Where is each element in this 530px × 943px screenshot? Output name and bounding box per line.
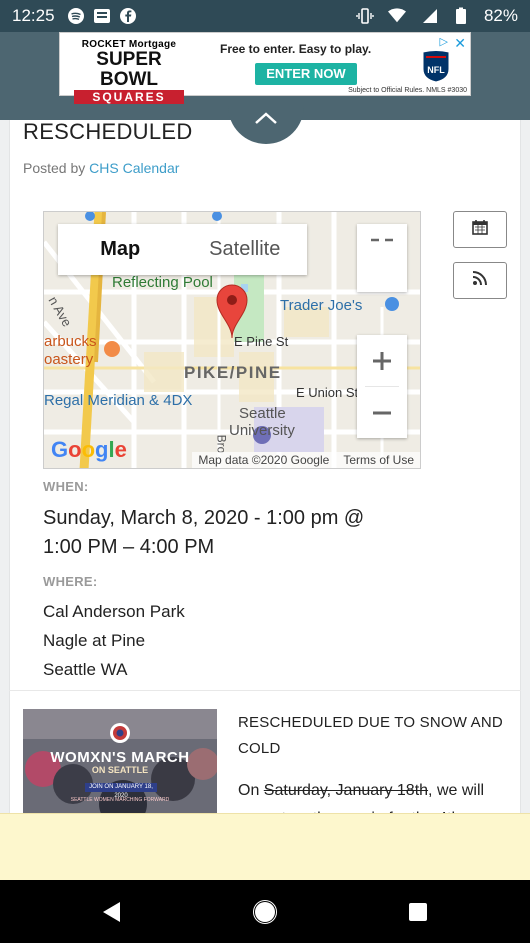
status-bar: 12:25 82% [0, 0, 530, 32]
rss-icon [472, 270, 488, 291]
when-label: WHEN: [43, 479, 89, 494]
where-label: WHERE: [43, 574, 98, 589]
poster-subtitle: ON SEATTLE [91, 765, 149, 775]
home-button[interactable] [251, 898, 279, 926]
poster-join-banner: JOIN ON JANUARY 18, 2020 [85, 783, 157, 799]
ad-fine-print: Subject to Official Rules. NMLS #3030 [348, 87, 467, 94]
system-nav-bar [0, 880, 530, 943]
event-map[interactable]: Reflecting Pool Trader Joe's arbucks oas… [43, 211, 421, 469]
ad-brand-sub: SQUARES [74, 90, 184, 104]
ad-close-icon[interactable]: ✕ [454, 35, 466, 52]
spotify-icon [67, 7, 85, 25]
adchoices-icon[interactable]: ▷ [440, 35, 448, 48]
tab-satellite[interactable]: Satellite [183, 224, 308, 275]
description-struck-date: Saturday, January 18th [263, 782, 429, 799]
posted-by: Posted by CHS Calendar [23, 160, 179, 176]
map-label-reflecting-pool: Reflecting Pool [112, 274, 213, 291]
poster-title: WOMXN'S MARCH [50, 749, 190, 766]
nfl-shield-icon: NFL [422, 49, 450, 83]
map-label-trader-joes: Trader Joe's [280, 297, 363, 314]
recents-square-icon [409, 903, 427, 921]
map-label-regal: Regal Meridian & 4DX [44, 392, 193, 409]
tab-map[interactable]: Map [58, 224, 183, 275]
back-button[interactable] [97, 898, 125, 926]
ad-tagline: Free to enter. Easy to play. [220, 42, 372, 56]
vibrate-icon [356, 7, 374, 25]
posted-by-prefix: Posted by [23, 160, 86, 176]
poster-fine-print: SEATTLE WOMEN MARCHING FORWARD [70, 797, 170, 803]
map-label-e-union: E Union St [296, 385, 359, 400]
minus-icon [373, 411, 391, 414]
map-label-broadway: Bro [214, 434, 229, 454]
zoom-out-button[interactable] [357, 387, 407, 438]
terms-link[interactable]: Terms of Use [343, 453, 414, 467]
section-divider [9, 690, 521, 691]
description-heading: RESCHEDULED DUE TO SNOW AND COLD [238, 714, 503, 757]
rss-feed-button[interactable] [453, 262, 507, 299]
page-title: RESCHEDULED [23, 119, 193, 144]
news-icon [93, 7, 111, 25]
map-data-text: Map data ©2020 Google [198, 453, 330, 467]
bottom-banner[interactable] [0, 813, 530, 880]
datetime-line2: 1:00 PM – 4:00 PM [43, 536, 215, 558]
map-label-roastery: oastery [44, 351, 94, 368]
wifi-icon [387, 7, 406, 25]
signal-icon [420, 7, 438, 25]
map-pin-icon[interactable] [216, 284, 248, 343]
back-triangle-icon [103, 902, 120, 922]
description-prefix: On [238, 782, 264, 799]
ad-brand-main: SUPER BOWL [96, 49, 162, 90]
zoom-control [357, 335, 407, 438]
calendar-icon [472, 219, 488, 240]
ad-banner[interactable]: ROCKET Mortgage SUPER BOWL SQUARES Free … [59, 32, 471, 104]
recents-button[interactable] [404, 898, 432, 926]
datetime-line1: Sunday, March 8, 2020 - 1:00 pm @ [43, 507, 365, 529]
battery-percent: 82% [483, 6, 518, 25]
facebook-icon [119, 7, 137, 25]
add-to-calendar-button[interactable] [453, 211, 507, 248]
venue-name: Cal Anderson Park [43, 602, 185, 621]
fullscreen-icon [369, 232, 395, 253]
battery-icon [452, 7, 470, 25]
event-datetime: Sunday, March 8, 2020 - 1:00 pm @ 1:00 P… [43, 504, 423, 562]
map-attribution: Map data ©2020 Google Terms of Use [192, 452, 420, 468]
clock: 12:25 [12, 6, 55, 25]
venue-city: Seattle WA [43, 660, 128, 679]
map-label-seattle-u-line2: University [229, 422, 295, 439]
event-poster-image[interactable]: WOMXN'S MARCH ON SEATTLE JOIN ON JANUARY… [23, 709, 217, 813]
ad-nfl-text: NFL [427, 65, 445, 75]
plus-icon [373, 351, 391, 370]
ad-enter-button[interactable]: ENTER NOW [255, 63, 357, 85]
chevron-up-icon [253, 110, 279, 131]
author-link[interactable]: CHS Calendar [89, 160, 179, 176]
zoom-in-button[interactable] [357, 335, 407, 386]
map-label-seattle-u-line1: Seattle [239, 405, 286, 422]
home-circle-icon [253, 900, 277, 924]
venue-address: Nagle at Pine [43, 631, 146, 650]
map-label-pike-pine: PIKE/PINE [184, 363, 282, 382]
ad-logo: ROCKET Mortgage SUPER BOWL SQUARES [74, 39, 184, 104]
map-label-starbucks: arbucks [44, 333, 97, 350]
google-logo: Google [51, 437, 127, 462]
fullscreen-button[interactable] [357, 224, 407, 292]
map-type-tabs: Map Satellite [58, 224, 307, 275]
